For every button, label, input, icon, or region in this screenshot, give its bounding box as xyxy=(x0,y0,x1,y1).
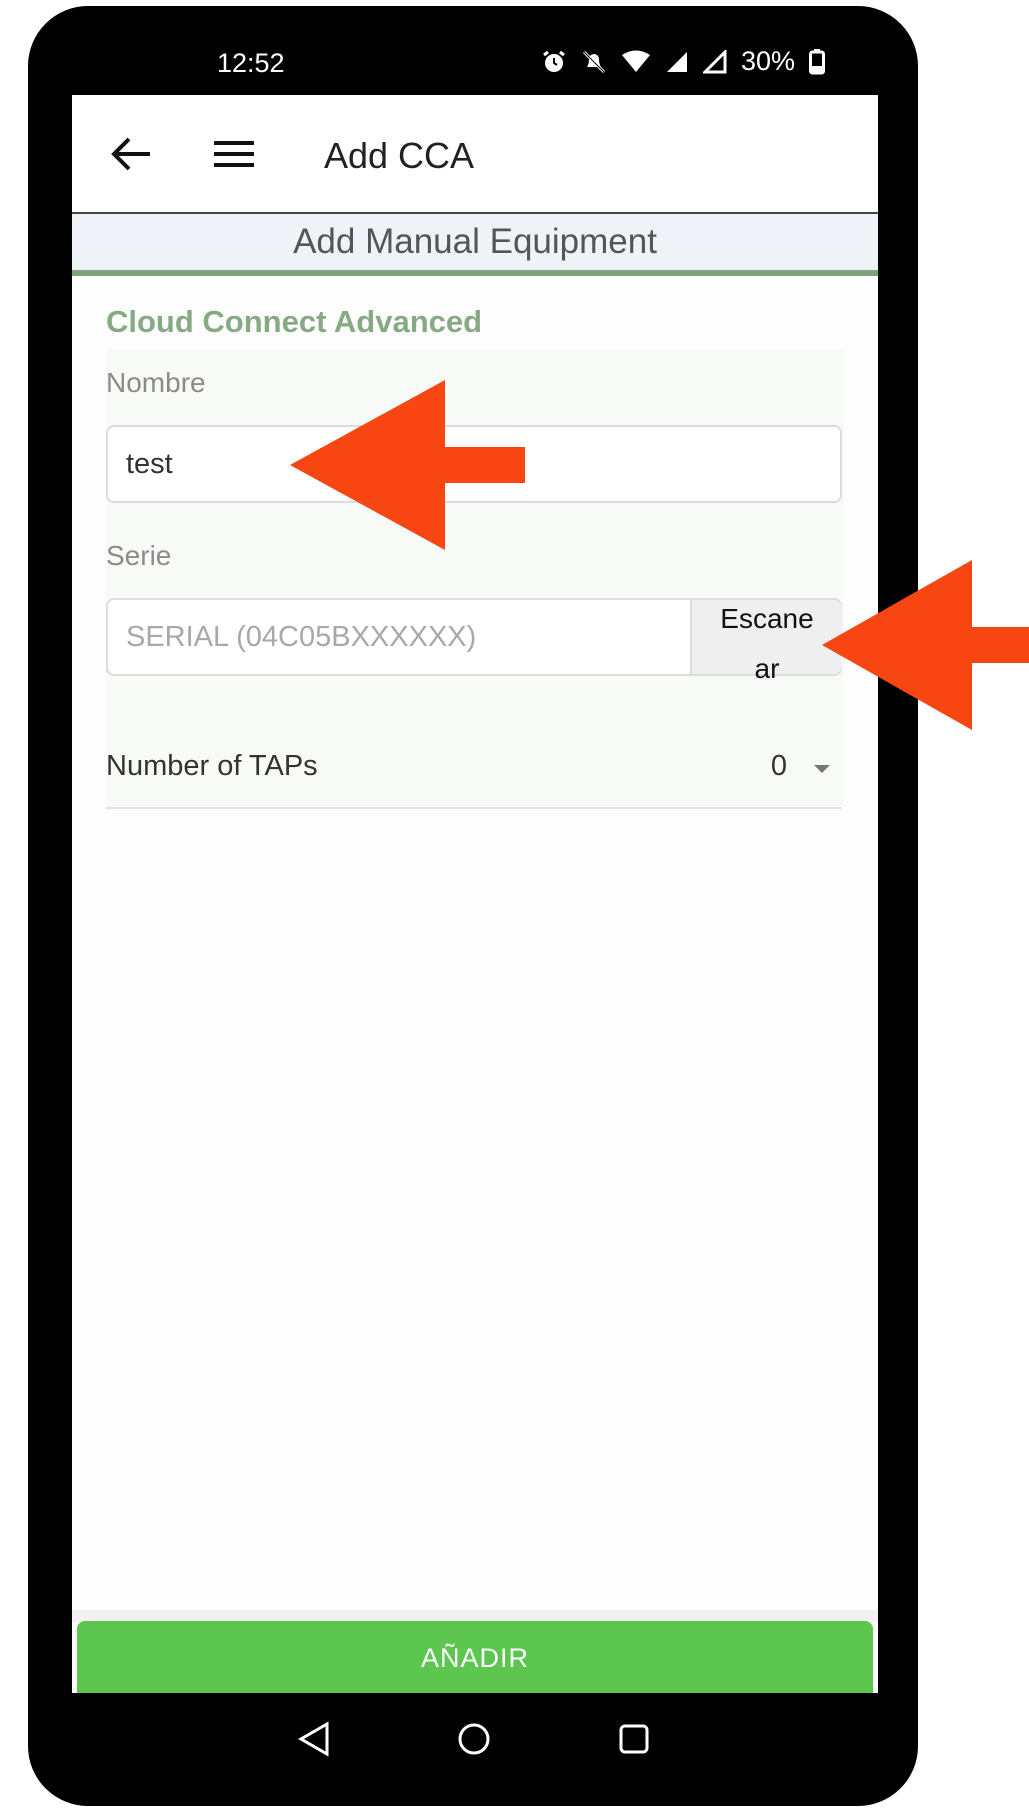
serial-label: Serie xyxy=(106,540,172,571)
serial-input[interactable]: SERIAL (04C05BXXXXXX) xyxy=(126,600,696,674)
nav-recents-icon[interactable] xyxy=(618,1723,650,1755)
nav-back-icon[interactable] xyxy=(297,1721,331,1757)
serial-input-group: SERIAL (04C05BXXXXXX) Escanear xyxy=(106,598,842,684)
status-icons: 30% xyxy=(541,46,825,77)
page-title: Add CCA xyxy=(324,135,475,176)
scan-button-label: Escanear xyxy=(720,603,814,684)
hamburger-icon[interactable] xyxy=(212,139,256,169)
system-nav-bar xyxy=(72,1693,878,1803)
notifications-off-icon xyxy=(582,50,606,73)
nav-home-icon[interactable] xyxy=(457,1722,491,1756)
arrow-left-icon[interactable] xyxy=(110,135,152,173)
app-bar: Add CCA xyxy=(72,95,878,214)
status-time: 12:52 xyxy=(217,48,285,78)
add-button[interactable]: AÑADIR xyxy=(77,1621,873,1693)
section-header: Add Manual Equipment xyxy=(72,214,878,276)
wifi-icon xyxy=(621,50,650,72)
taps-select[interactable]: Number of TAPs 0 xyxy=(106,735,842,809)
annotation-arrow-icon xyxy=(290,380,525,550)
signal-icon xyxy=(666,51,687,72)
annotation-arrow-icon xyxy=(822,560,1029,730)
taps-label: Number of TAPs xyxy=(106,750,318,782)
battery-icon xyxy=(809,48,825,74)
caret-down-icon xyxy=(814,765,830,773)
battery-percent: 30% xyxy=(740,46,795,76)
scan-button[interactable]: Escanear xyxy=(690,600,842,684)
app-screen: Add CCA Add Manual Equipment Cloud Conne… xyxy=(72,95,878,1693)
status-bar: 12:52 30% xyxy=(72,40,880,90)
signal-icon xyxy=(702,49,727,73)
alarm-icon xyxy=(543,50,565,72)
taps-value: 0 xyxy=(770,750,787,782)
name-label: Nombre xyxy=(106,367,206,398)
form-title: Cloud Connect Advanced xyxy=(106,304,483,339)
